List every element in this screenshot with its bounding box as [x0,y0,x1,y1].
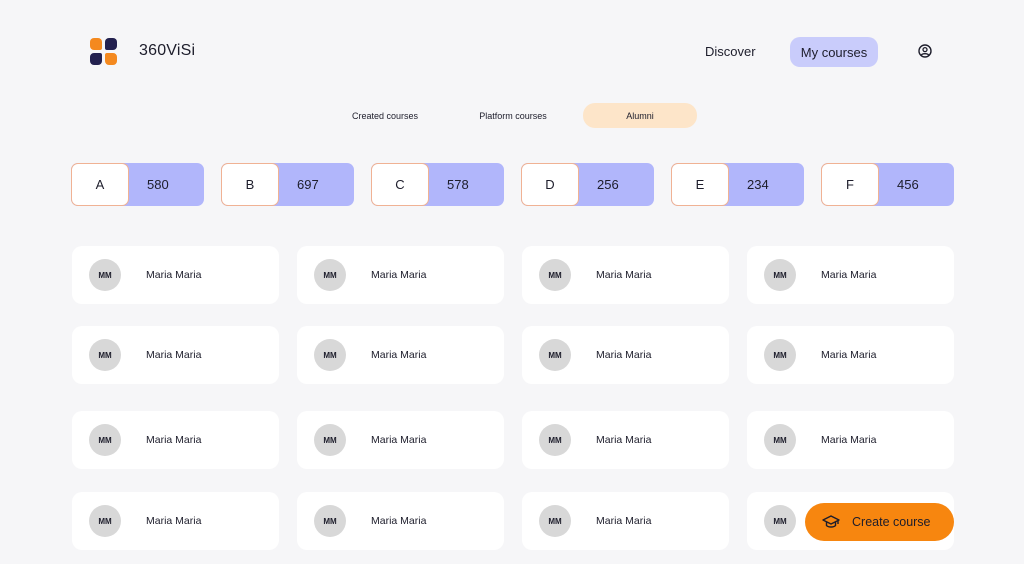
alumni-card[interactable]: MM Maria Maria [747,326,954,384]
stat-letter: E [671,163,729,206]
avatar: MM [314,505,346,537]
avatar: MM [314,339,346,371]
avatar: MM [314,424,346,456]
alumni-card[interactable]: MM Maria Maria [747,411,954,469]
alumni-name: Maria Maria [596,269,652,281]
logo-icon[interactable] [90,38,118,66]
stat-value: 580 [147,177,169,192]
stat-value: 234 [747,177,769,192]
stat-card-c[interactable]: C 578 [371,163,504,206]
alumni-name: Maria Maria [371,515,427,527]
alumni-name: Maria Maria [596,515,652,527]
alumni-card[interactable]: MM Maria Maria [522,492,729,550]
avatar: MM [539,505,571,537]
alumni-name: Maria Maria [146,269,202,281]
alumni-name: Maria Maria [371,434,427,446]
alumni-name: Maria Maria [821,349,877,361]
stat-letter: F [821,163,879,206]
stat-card-f[interactable]: F 456 [821,163,954,206]
alumni-name: Maria Maria [821,269,877,281]
tab-created-courses[interactable]: Created courses [328,103,442,128]
stat-card-a[interactable]: A 580 [71,163,204,206]
nav-discover[interactable]: Discover [705,44,756,59]
stat-value: 697 [297,177,319,192]
stat-card-e[interactable]: E 234 [671,163,804,206]
alumni-card[interactable]: MM Maria Maria [297,246,504,304]
avatar: MM [764,424,796,456]
alumni-name: Maria Maria [371,269,427,281]
avatar: MM [539,424,571,456]
alumni-card[interactable]: MM Maria Maria [522,411,729,469]
alumni-name: Maria Maria [371,349,427,361]
stat-letter: C [371,163,429,206]
alumni-name: Maria Maria [146,515,202,527]
stat-value: 256 [597,177,619,192]
graduation-cap-icon [822,515,840,528]
avatar: MM [89,259,121,291]
alumni-name: Maria Maria [821,434,877,446]
alumni-card[interactable]: MM Maria Maria [72,492,279,550]
alumni-name: Maria Maria [596,349,652,361]
alumni-name: Maria Maria [596,434,652,446]
alumni-card[interactable]: MM Maria Maria [297,411,504,469]
alumni-card[interactable]: MM Maria Maria [72,326,279,384]
stat-letter: A [71,163,129,206]
avatar: MM [539,259,571,291]
create-course-button[interactable]: Create course [805,503,954,541]
nav-my-courses[interactable]: My courses [790,37,878,67]
avatar: MM [89,424,121,456]
avatar: MM [764,339,796,371]
avatar: MM [764,505,796,537]
stat-card-d[interactable]: D 256 [521,163,654,206]
alumni-card[interactable]: MM Maria Maria [522,326,729,384]
alumni-name: Maria Maria [146,349,202,361]
avatar: MM [314,259,346,291]
stat-value: 456 [897,177,919,192]
avatar: MM [764,259,796,291]
alumni-card[interactable]: MM Maria Maria [522,246,729,304]
tab-alumni[interactable]: Alumni [583,103,697,128]
avatar: MM [539,339,571,371]
alumni-card[interactable]: MM Maria Maria [747,246,954,304]
tab-platform-courses[interactable]: Platform courses [456,103,570,128]
user-circle-icon[interactable] [918,44,932,58]
alumni-name: Maria Maria [146,434,202,446]
stat-card-b[interactable]: B 697 [221,163,354,206]
avatar: MM [89,339,121,371]
alumni-card[interactable]: MM Maria Maria [72,246,279,304]
stat-value: 578 [447,177,469,192]
avatar: MM [89,505,121,537]
alumni-card[interactable]: MM Maria Maria [72,411,279,469]
alumni-card[interactable]: MM Maria Maria [297,492,504,550]
brand-name[interactable]: 360ViSi [139,42,195,60]
stat-letter: D [521,163,579,206]
stat-letter: B [221,163,279,206]
alumni-card[interactable]: MM Maria Maria [297,326,504,384]
create-course-label: Create course [852,515,931,529]
